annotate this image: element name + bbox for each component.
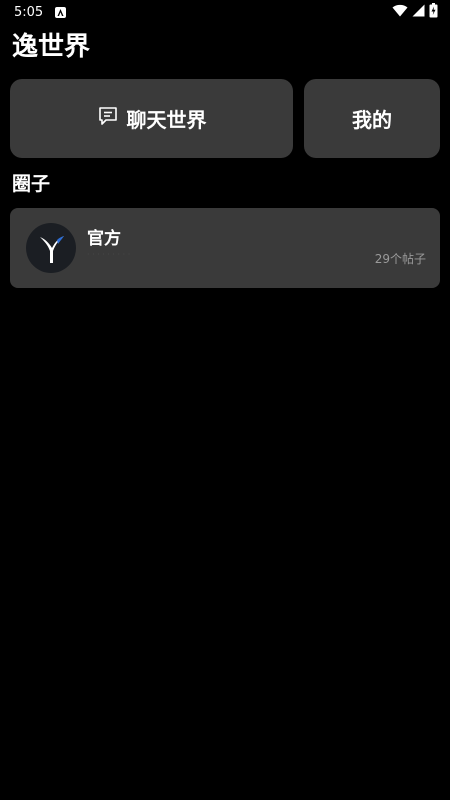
circle-avatar bbox=[26, 223, 76, 273]
circle-logo-icon bbox=[40, 236, 64, 263]
battery-icon bbox=[429, 2, 438, 22]
circle-card[interactable]: 官方 · · · · · · · · · 29个帖子 bbox=[10, 208, 440, 288]
message-square-icon bbox=[97, 105, 119, 132]
circles-section-title: 圈子 bbox=[12, 173, 51, 195]
circle-description: · · · · · · · · · bbox=[87, 252, 131, 258]
chat-world-label: 聊天世界 bbox=[126, 108, 207, 132]
chat-world-button[interactable]: 聊天世界 bbox=[10, 79, 293, 158]
status-right bbox=[392, 2, 438, 22]
circle-post-count: 29个帖子 bbox=[374, 252, 426, 266]
status-time: 5:05 bbox=[14, 4, 44, 20]
wifi-icon bbox=[392, 4, 408, 21]
app-title: 逸世界 bbox=[12, 32, 91, 62]
circle-name: 官方 bbox=[87, 229, 121, 249]
notification-a-icon bbox=[55, 6, 67, 18]
signal-icon bbox=[412, 4, 425, 21]
status-left: 5:05 bbox=[14, 4, 67, 20]
status-bar: 5:05 bbox=[0, 0, 450, 24]
mine-label: 我的 bbox=[352, 108, 392, 132]
mine-button[interactable]: 我的 bbox=[304, 79, 440, 158]
